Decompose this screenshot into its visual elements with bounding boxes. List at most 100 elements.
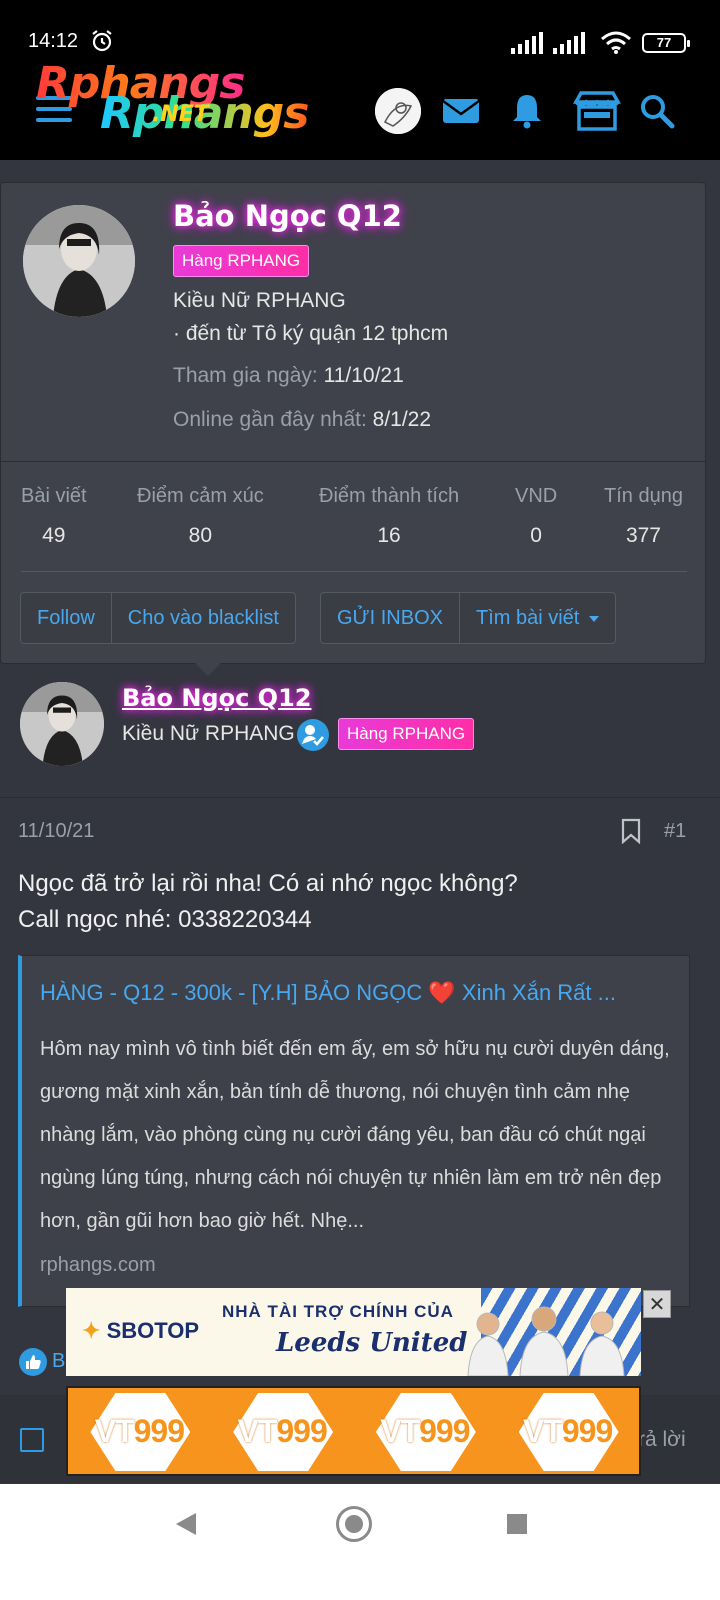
profile-photo	[23, 205, 135, 317]
search-icon[interactable]	[636, 90, 678, 132]
profile-avatar[interactable]	[23, 205, 135, 317]
logo-net: .NET	[152, 102, 209, 127]
post-text-line: Call ngọc nhé: 0338220344	[18, 906, 312, 933]
profile-location: · đến từ Tô ký quận 12 tphcm	[173, 322, 449, 345]
profile-action-group-2: GỬI INBOX Tìm bài viết	[320, 592, 617, 644]
vt999-logo-tile: VT999	[219, 1391, 345, 1471]
app-header: 14:12 77 Rphangs Rphangs .NET	[0, 0, 720, 160]
back-icon[interactable]	[176, 1513, 196, 1535]
vt999-logo-text: VT999	[219, 1413, 345, 1450]
stat-label: Điểm cảm xúc	[137, 485, 264, 507]
alarm-icon	[92, 30, 112, 52]
post-author-avatar[interactable]	[20, 682, 104, 766]
vt999-logo-text: VT999	[362, 1413, 488, 1450]
link-preview-title-text: HÀNG - Q12 - 300k - [Y.H] BẢO NGỌC	[40, 980, 423, 1005]
last-seen-value: 8/1/22	[372, 408, 432, 431]
post-content: Ngọc đã trở lại rồi nha! Có ai nhớ ngọc …	[18, 866, 518, 938]
stat-value: 16	[377, 524, 401, 547]
stats-divider-inner	[21, 571, 687, 572]
profile-badge: Hàng RPHANG	[173, 245, 310, 277]
divider	[0, 797, 720, 798]
stat-reactions[interactable]: Điểm cảm xúc 80	[137, 485, 264, 548]
follow-button[interactable]: Follow	[21, 593, 111, 643]
profile-name[interactable]: Bảo Ngọc Q12	[173, 199, 402, 233]
sbotop-logo: ✦ SBOTOP	[82, 1318, 200, 1343]
post-author-title: Kiều Nữ RPHANG	[122, 722, 295, 745]
find-posts-label: Tìm bài viết	[476, 607, 580, 629]
sbotop-club: Leeds United	[276, 1328, 468, 1358]
battery-indicator: 77	[642, 33, 690, 53]
find-posts-button[interactable]: Tìm bài viết	[459, 593, 615, 643]
inbox-icon[interactable]	[440, 90, 482, 132]
verified-user-icon	[297, 719, 329, 751]
vt999-ad-banner[interactable]: VT999 VT999 VT999 VT999	[66, 1386, 641, 1476]
signal-icon-2	[553, 32, 585, 54]
post-author-badge: Hàng RPHANG	[338, 718, 475, 750]
reply-button[interactable]: rả lời	[638, 1428, 686, 1452]
stat-label: Tín dụng	[604, 485, 683, 507]
ad-players-image	[467, 1306, 625, 1376]
link-preview-domain: rphangs.com	[40, 1254, 156, 1276]
post-text-line: Ngọc đã trở lại rồi nha! Có ai nhớ ngọc …	[18, 870, 518, 897]
reaction-text[interactable]: B	[52, 1350, 65, 1373]
select-checkbox[interactable]	[20, 1428, 44, 1452]
stat-label: VND	[515, 485, 558, 507]
post-author-name[interactable]: Bảo Ngọc Q12	[122, 684, 311, 712]
home-icon[interactable]	[336, 1506, 372, 1542]
profile-joined: Tham gia ngày: 11/10/21	[173, 364, 404, 388]
send-inbox-button[interactable]: GỬI INBOX	[321, 593, 459, 643]
stats-divider	[1, 461, 705, 462]
profile-card: Bảo Ngọc Q12 Hàng RPHANG Kiều Nữ RPHANG …	[0, 182, 706, 664]
vt-suffix: 999	[276, 1413, 327, 1449]
user-avatar-image	[375, 88, 421, 134]
profile-action-group-1: Follow Cho vào blacklist	[20, 592, 296, 644]
stat-label: Điểm thành tích	[319, 485, 460, 507]
recent-apps-icon[interactable]	[507, 1514, 527, 1534]
like-icon[interactable]	[18, 1347, 48, 1377]
stat-posts[interactable]: Bài viết 49	[21, 485, 87, 548]
ad-close-button[interactable]: ✕	[643, 1290, 671, 1318]
heart-icon: ❤️	[428, 980, 456, 1005]
chevron-down-icon	[589, 615, 600, 622]
site-logo[interactable]: Rphangs Rphangs .NET	[36, 58, 346, 140]
stat-value: 80	[188, 524, 213, 547]
stat-credit[interactable]: Tín dụng 377	[604, 485, 683, 548]
vt999-logo-tile: VT999	[76, 1391, 202, 1471]
vt-prefix: VT	[380, 1413, 420, 1449]
link-preview-card[interactable]: HÀNG - Q12 - 300k - [Y.H] BẢO NGỌC ❤️ Xi…	[18, 955, 690, 1307]
post-number[interactable]: #1	[664, 820, 686, 843]
last-seen-label: Online gần đây nhất:	[173, 408, 367, 431]
user-avatar[interactable]	[375, 88, 421, 134]
vt-suffix: 999	[419, 1413, 470, 1449]
link-preview-title-rest: Xinh Xắn Rất ...	[455, 980, 616, 1005]
stat-value: 377	[625, 524, 661, 547]
blacklist-button[interactable]: Cho vào blacklist	[110, 593, 295, 643]
stat-value: 0	[530, 524, 542, 547]
stat-label: Bài viết	[21, 485, 87, 507]
card-pointer	[194, 662, 222, 676]
vt-prefix: VT	[237, 1413, 277, 1449]
profile-title: Kiều Nữ RPHANG	[173, 289, 346, 312]
sbotop-ad-banner[interactable]: ✦ SBOTOP NHÀ TÀI TRỢ CHÍNH CỦA Leeds Uni…	[66, 1288, 641, 1376]
vt-suffix: 999	[133, 1413, 185, 1449]
vt999-logo-text: VT999	[505, 1413, 631, 1450]
link-preview-title[interactable]: HÀNG - Q12 - 300k - [Y.H] BẢO NGỌC ❤️ Xi…	[40, 980, 670, 1006]
bookmark-icon[interactable]	[620, 818, 642, 844]
status-time: 14:12	[28, 30, 79, 52]
system-nav-bar	[0, 1484, 720, 1600]
vt999-logo-tile: VT999	[362, 1391, 488, 1471]
stat-achievements[interactable]: Điểm thành tích 16	[319, 485, 459, 548]
stat-vnd[interactable]: VND 0	[515, 485, 557, 548]
bell-icon[interactable]	[506, 90, 548, 132]
store-icon[interactable]	[572, 90, 622, 132]
vt-prefix: VT	[94, 1413, 135, 1449]
vt-suffix: 999	[561, 1413, 613, 1449]
post-date[interactable]: 11/10/21	[18, 820, 94, 843]
sbotop-logo-text: SBOTOP	[106, 1318, 200, 1343]
profile-last-seen: Online gần đây nhất: 8/1/22	[173, 408, 431, 432]
signal-icon	[511, 32, 543, 54]
vt-prefix: VT	[522, 1413, 563, 1449]
vt999-logo-text: VT999	[76, 1413, 202, 1450]
wifi-icon	[601, 31, 631, 54]
vt999-logo-tile: VT999	[505, 1391, 631, 1471]
